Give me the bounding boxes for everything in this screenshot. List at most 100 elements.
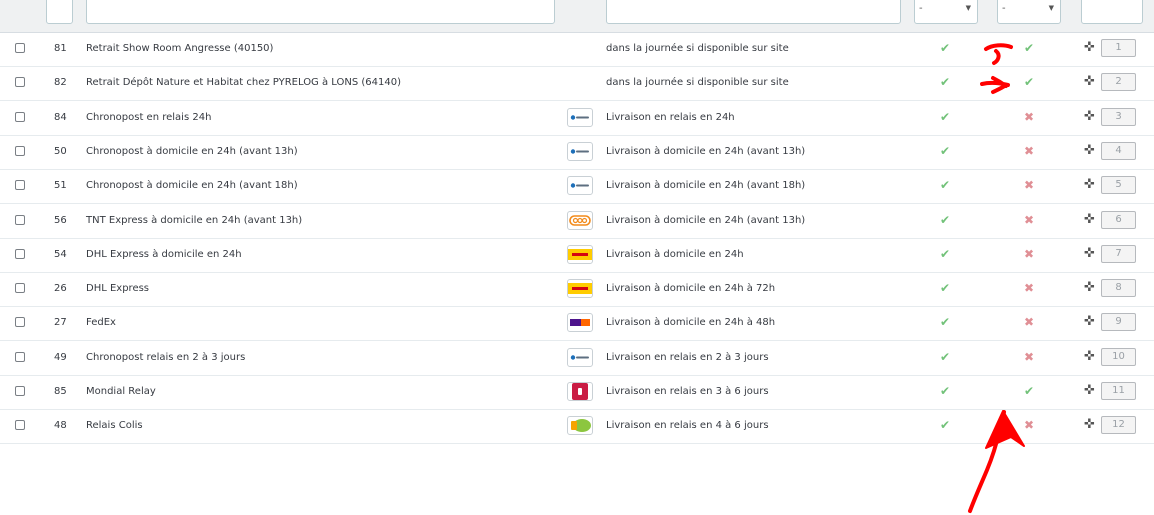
check-icon[interactable]: ✔ [940,281,950,295]
carrier-name: Chronopost en relais 24h [86,111,212,123]
filter-dash-left: -- [16,0,23,2]
carrier-delay: Livraison en relais en 3 à 6 jours [606,386,769,397]
position-badge[interactable]: 8 [1101,279,1136,298]
position-badge[interactable]: 3 [1101,107,1136,126]
carrier-id: 56 [54,214,67,226]
move-icon[interactable]: ✜ [1084,177,1095,192]
position-badge[interactable]: 2 [1101,73,1136,92]
carrier-delay: Livraison à domicile en 24h (avant 18h) [606,180,806,192]
move-icon[interactable]: ✜ [1084,246,1095,261]
position-badge[interactable]: 5 [1101,176,1136,195]
check-icon[interactable]: ✔ [940,384,950,398]
cross-icon[interactable]: ✖ [1024,110,1034,124]
row-checkbox[interactable] [15,180,25,191]
relaiscolis-logo [567,416,593,436]
row-checkbox[interactable] [15,214,25,225]
move-icon[interactable]: ✜ [1084,212,1095,227]
filter-delay-input[interactable] [606,0,901,24]
position-badge[interactable]: 10 [1101,347,1136,366]
row-checkbox[interactable] [15,145,25,156]
position-badge[interactable]: 4 [1101,141,1136,160]
table-row: 51 Chronopost à domicile en 24h (avant 18… [0,169,1154,205]
move-icon[interactable]: ✜ [1084,314,1095,329]
check-icon[interactable]: ✔ [940,350,950,364]
position-badge[interactable]: 1 [1101,39,1136,57]
carrier-id: 49 [54,351,67,363]
filter-position-input[interactable] [1081,0,1143,24]
check-icon[interactable]: ✔ [940,41,950,55]
carrier-id: 26 [54,283,67,295]
cross-icon[interactable]: ✖ [1024,144,1034,158]
move-icon[interactable]: ✜ [1084,383,1095,398]
row-checkbox[interactable] [15,317,25,328]
carrier-name: Mondial Relay [86,386,156,397]
row-checkbox[interactable] [15,351,25,362]
check-icon[interactable]: ✔ [940,247,950,261]
table-row: 81 Retrait Show Room Angresse (40150) dans… [0,32,1154,67]
check-icon[interactable]: ✔ [940,110,950,124]
filter-active-select[interactable]: - ▼ [914,0,978,24]
cross-icon[interactable]: ✖ [1024,213,1034,227]
row-checkbox[interactable] [15,420,25,431]
position-badge[interactable]: 11 [1101,382,1136,400]
cross-icon[interactable]: ✖ [1024,178,1034,192]
carrier-delay: Livraison à domicile en 24h [606,248,744,260]
check-icon[interactable]: ✔ [1024,384,1034,398]
filter-active-value: - [919,3,923,14]
check-icon[interactable]: ✔ [940,75,950,89]
row-checkbox[interactable] [15,386,25,396]
carrier-delay: Livraison en relais en 2 à 3 jours [606,351,769,363]
cross-icon[interactable]: ✖ [1024,418,1034,432]
check-icon[interactable]: ✔ [940,315,950,329]
move-icon[interactable]: ✜ [1084,109,1095,124]
check-icon[interactable]: ✔ [940,213,950,227]
position-badge[interactable]: 9 [1101,313,1136,332]
filter-free-select[interactable]: - ▼ [997,0,1061,24]
position-badge[interactable]: 6 [1101,210,1136,229]
carrier-name: TNT Express à domicile en 24h (avant 13h… [86,214,303,226]
carrier-name: Chronopost relais en 2 à 3 jours [86,351,246,363]
check-icon[interactable]: ✔ [1024,41,1034,55]
row-checkbox[interactable] [15,43,25,53]
row-checkbox[interactable] [15,77,25,88]
move-icon[interactable]: ✜ [1084,280,1095,295]
filter-free-value: - [1002,3,1006,14]
cross-icon[interactable]: ✖ [1024,350,1034,364]
fedex-logo [567,313,593,333]
carrier-delay: dans la journée si disponible sur site [606,43,789,54]
carrier-name: Relais Colis [86,420,143,432]
check-icon[interactable]: ✔ [940,144,950,158]
carrier-delay: dans la journée si disponible sur site [606,77,789,89]
filter-dash-mid: -- [578,0,585,2]
move-icon[interactable]: ✜ [1084,143,1095,158]
cross-icon[interactable]: ✖ [1024,247,1034,261]
move-icon[interactable]: ✜ [1084,417,1095,432]
carrier-id: 85 [54,386,67,397]
carrier-delay: Livraison à domicile en 24h (avant 13h) [606,145,806,157]
position-badge[interactable]: 12 [1101,416,1136,435]
table-row: 56 TNT Express à domicile en 24h (avant 1… [0,204,1154,239]
filter-id-input[interactable] [46,0,73,24]
position-badge[interactable]: 7 [1101,244,1136,263]
move-icon[interactable]: ✜ [1084,74,1095,89]
row-checkbox[interactable] [15,283,25,294]
move-icon[interactable]: ✜ [1084,349,1095,364]
carrier-id: 84 [54,111,67,123]
carrier-name: Chronopost à domicile en 24h (avant 18h) [86,180,298,192]
move-icon[interactable]: ✜ [1084,40,1095,55]
carrier-name: DHL Express [86,283,150,295]
row-checkbox[interactable] [15,248,25,259]
carrier-name: Retrait Dépôt Nature et Habitat chez PYR… [86,77,401,89]
dhl-logo [567,244,593,264]
table-row: 50 Chronopost à domicile en 24h (avant 13… [0,135,1154,170]
check-icon[interactable]: ✔ [940,418,950,432]
table-row: 26 DHL Express Livraison à domicile en 24h… [0,272,1154,308]
carrier-id: 27 [54,317,67,329]
cross-icon[interactable]: ✖ [1024,315,1034,329]
chronopost-logo [567,141,593,161]
check-icon[interactable]: ✔ [1024,75,1034,89]
row-checkbox[interactable] [15,111,25,122]
check-icon[interactable]: ✔ [940,178,950,192]
cross-icon[interactable]: ✖ [1024,281,1034,295]
filter-name-input[interactable] [86,0,555,24]
